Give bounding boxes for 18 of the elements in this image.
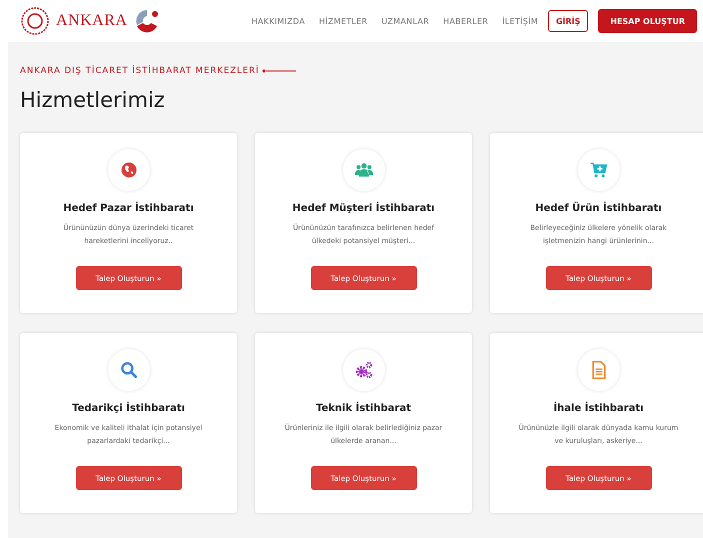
nav-link[interactable]: HİZMETLER <box>319 16 368 26</box>
card-title: Teknik İstihbarat <box>316 403 411 414</box>
card-title: Hedef Ürün İstihbaratı <box>535 203 662 214</box>
nav-link[interactable]: HABERLER <box>443 16 488 26</box>
seal-icon <box>20 6 50 36</box>
card-title: Tedarikçi İstihbaratı <box>72 403 185 414</box>
card-title: Hedef Pazar İstihbaratı <box>63 203 194 214</box>
logo-text: ANKARA <box>56 12 128 30</box>
section-title: Hizmetlerimiz <box>20 88 166 112</box>
nav-link[interactable]: UZMANLAR <box>382 16 430 26</box>
nav-link[interactable]: İLETİŞİM <box>502 16 538 26</box>
arrow-line-icon <box>262 69 296 73</box>
card-title: Hedef Müşteri İstihbaratı <box>292 203 435 214</box>
section-eyebrow: ANKARA DIŞ TİCARET İSTİHBARAT MERKEZLERİ <box>20 66 260 76</box>
signup-button[interactable]: HESAP OLUŞTUR <box>598 9 697 33</box>
login-button[interactable]: GİRİŞ <box>548 10 588 32</box>
card-title: İhale İstihbaratı <box>553 403 644 414</box>
nav-link[interactable]: HAKKIMIZDA <box>251 16 306 26</box>
